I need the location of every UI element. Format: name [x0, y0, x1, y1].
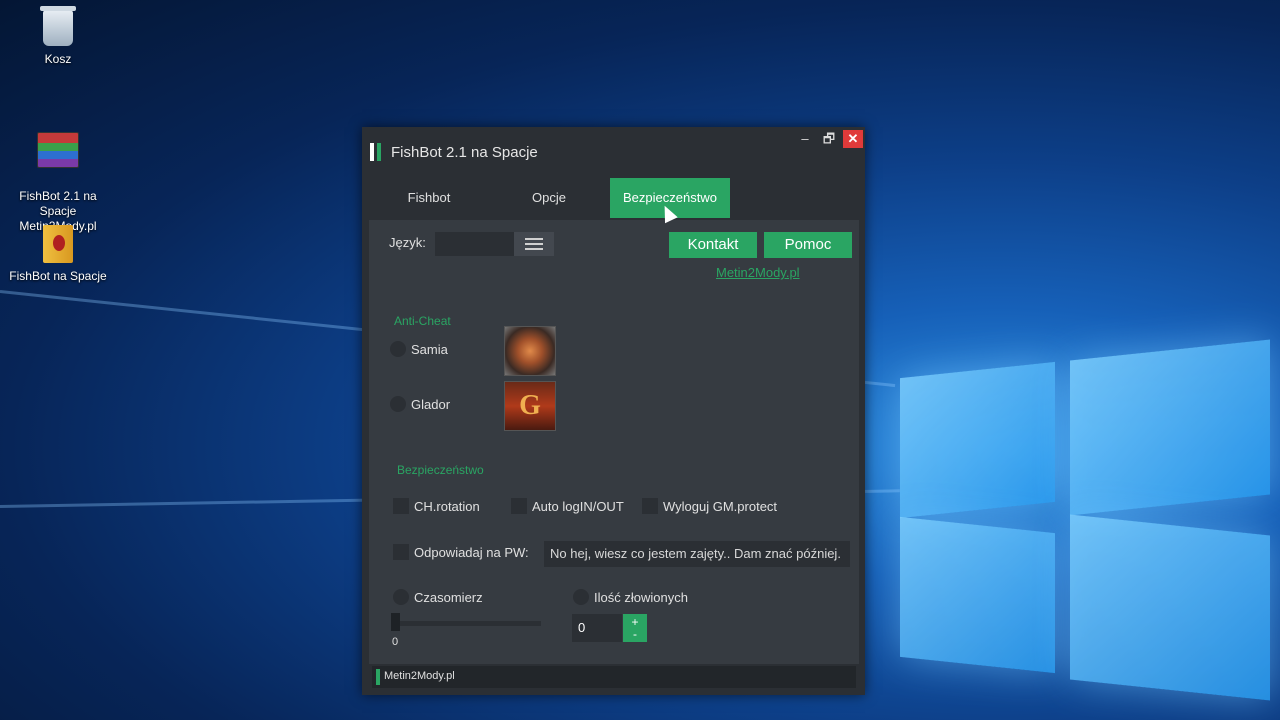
auto-login-label: Auto logIN/OUT	[532, 499, 624, 514]
anticheat-section-title: Anti-Cheat	[394, 314, 451, 328]
ch-rotation-checkbox[interactable]	[393, 498, 409, 514]
increment-button[interactable]: +	[623, 614, 647, 628]
windows-logo-pane	[1070, 339, 1270, 516]
desktop-icon-label: FishBot na Spacje	[9, 269, 107, 283]
auto-login-checkbox[interactable]	[511, 498, 527, 514]
contact-button[interactable]: Kontakt	[669, 232, 757, 258]
security-section-title: Bezpieczeństwo	[397, 463, 484, 477]
close-button[interactable]: ✕	[843, 130, 863, 148]
gm-protect-label: Wyloguj GM.protect	[663, 499, 778, 514]
site-link[interactable]: Metin2Mody.pl	[716, 265, 800, 280]
timer-slider-thumb[interactable]	[391, 613, 400, 631]
windows-logo-pane	[1070, 514, 1270, 701]
recycle-bin-icon	[40, 6, 76, 46]
timer-label: Czasomierz	[414, 590, 483, 605]
windows-logo-pane	[900, 516, 1055, 674]
decrement-button[interactable]: -	[623, 628, 647, 640]
desktop-icon-recycle-bin[interactable]: Kosz	[3, 6, 113, 67]
timer-radio[interactable]	[393, 589, 409, 605]
catch-count-radio[interactable]	[573, 589, 589, 605]
timer-value: 0	[392, 636, 399, 648]
security-panel: Język: Kontakt Pomoc Metin2Mody.pl Anti-…	[369, 220, 859, 664]
timer-slider-track[interactable]	[391, 621, 541, 626]
status-text: Metin2Mody.pl	[384, 670, 455, 682]
fishbot-app-icon	[43, 225, 73, 263]
glador-label: Glador	[411, 397, 451, 412]
windows-logo	[860, 330, 1280, 720]
winrar-archive-icon	[37, 132, 79, 168]
tab-bar: Fishbot Opcje Bezpieczeństwo	[369, 178, 859, 218]
desktop-icon-label: Kosz	[44, 52, 72, 66]
status-bar: Metin2Mody.pl	[372, 666, 856, 688]
restore-button[interactable]: 🗗	[819, 130, 839, 148]
status-accent	[376, 669, 380, 685]
catch-count-stepper[interactable]: + -	[623, 614, 647, 642]
glador-logo-icon: G	[504, 381, 556, 431]
windows-logo-pane	[900, 361, 1055, 519]
pw-reply-checkbox[interactable]	[393, 544, 409, 560]
fishbot-window: FishBot 2.1 na Spacje – 🗗 ✕ Fishbot Opcj…	[362, 127, 865, 695]
glador-radio[interactable]	[390, 396, 406, 412]
samia-label: Samia	[411, 342, 448, 357]
language-menu-button[interactable]	[514, 232, 554, 256]
catch-count-label: Ilość złowionych	[594, 590, 688, 605]
tab-opcje[interactable]: Opcje	[489, 178, 609, 218]
pw-reply-label: Odpowiadaj na PW:	[414, 545, 529, 560]
minimize-button[interactable]: –	[795, 130, 815, 148]
tab-fishbot[interactable]: Fishbot	[369, 178, 489, 218]
gm-protect-checkbox[interactable]	[642, 498, 658, 514]
desktop-icon-fishbot-app[interactable]: FishBot na Spacje	[3, 225, 113, 284]
catch-count-input[interactable]: 0	[572, 614, 622, 642]
window-title: FishBot 2.1 na Spacje	[391, 144, 538, 161]
title-bar[interactable]: FishBot 2.1 na Spacje – 🗗 ✕	[362, 127, 865, 175]
ch-rotation-label: CH.rotation	[414, 499, 480, 514]
samia-logo-icon	[504, 326, 556, 376]
app-logo-icon	[370, 143, 384, 161]
samia-radio[interactable]	[390, 341, 406, 357]
language-label: Język:	[389, 235, 426, 250]
pw-reply-input[interactable]: No hej, wiesz co jestem zajęty.. Dam zna…	[544, 541, 850, 567]
help-button[interactable]: Pomoc	[764, 232, 852, 258]
